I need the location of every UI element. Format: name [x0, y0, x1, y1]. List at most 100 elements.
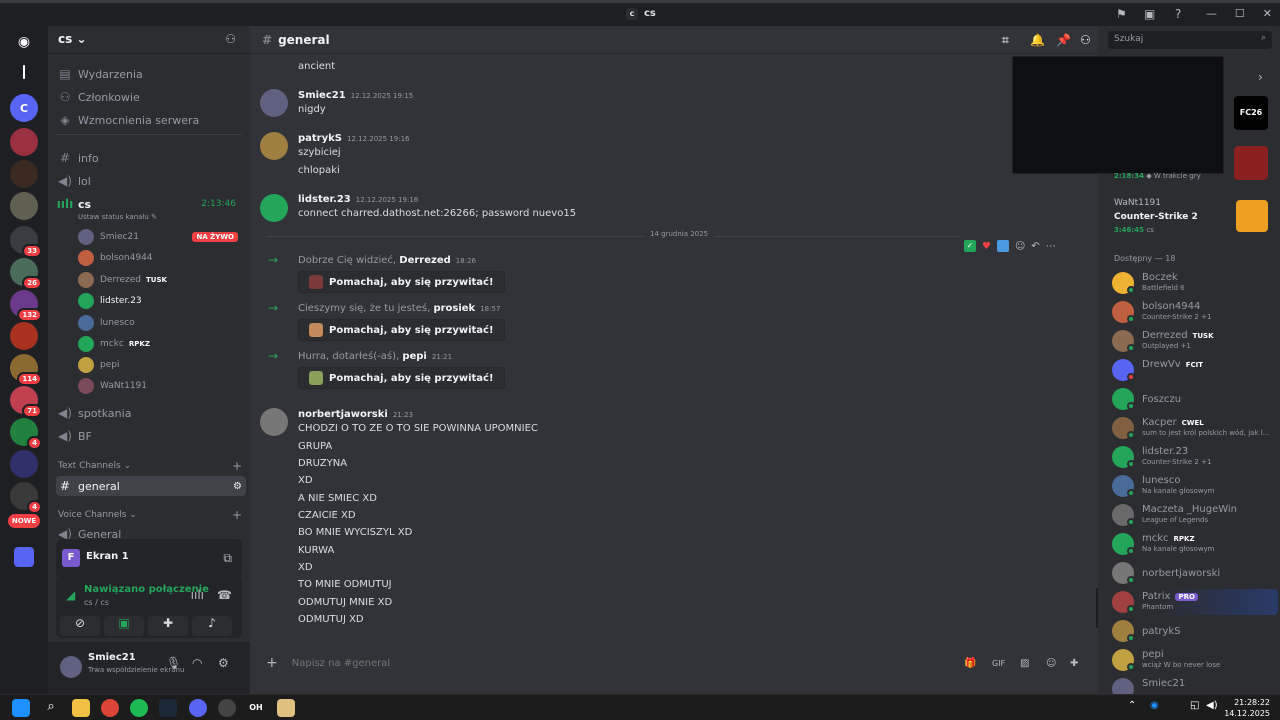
- voice-user[interactable]: WaNt1191: [78, 377, 147, 395]
- member-item[interactable]: mckc RPKZ Na kanale głosowym: [1112, 531, 1278, 557]
- oh-app-icon[interactable]: OH: [247, 699, 265, 717]
- voice-user[interactable]: Derrezed TUSK: [78, 271, 167, 289]
- server-icon[interactable]: 114: [10, 354, 42, 386]
- network-icon[interactable]: ◱: [1190, 700, 1199, 711]
- voice-user[interactable]: mckc RPKZ: [78, 335, 150, 353]
- signal-icon[interactable]: ◢: [66, 588, 75, 602]
- server-icon[interactable]: 4: [10, 418, 42, 450]
- avatar[interactable]: [260, 408, 288, 436]
- message-author[interactable]: patrykS: [298, 133, 342, 144]
- member-item[interactable]: Maczeta _HugeWin League of Legends: [1112, 502, 1278, 528]
- members-toggle-icon[interactable]: ⚇: [1080, 33, 1091, 47]
- server-cs-icon[interactable]: C: [10, 94, 38, 122]
- microphone-icon[interactable]: 🎙: [166, 656, 181, 670]
- text-channels-category[interactable]: Text Channels ⌄ +: [58, 459, 242, 473]
- emoji-icon[interactable]: ☺: [1046, 658, 1056, 669]
- avatar[interactable]: [260, 194, 288, 222]
- nav-members[interactable]: ⚇ Członkowie: [56, 87, 246, 107]
- avatar[interactable]: [260, 89, 288, 117]
- more-icon[interactable]: ⋯: [1046, 241, 1056, 252]
- pin-icon[interactable]: 📌: [1056, 33, 1071, 47]
- message-author[interactable]: norbertjaworski: [298, 409, 388, 420]
- member-item[interactable]: pepi wciąż W bo never lose: [1112, 647, 1278, 673]
- system-user[interactable]: pepi: [402, 351, 427, 362]
- wave-button[interactable]: Pomachaj, aby się przywitać!: [298, 319, 505, 341]
- wave-button[interactable]: Pomachaj, aby się przywitać!: [298, 367, 505, 389]
- noise-icon[interactable]: ıılı: [191, 588, 204, 602]
- reply-icon[interactable]: ↶: [1031, 241, 1039, 252]
- avatar[interactable]: [60, 656, 82, 678]
- gift-icon[interactable]: 🎁: [964, 658, 976, 669]
- member-item[interactable]: lunesco Na kanale głosowym: [1112, 473, 1278, 499]
- member-item[interactable]: Smiec21: [1112, 676, 1278, 694]
- avatar[interactable]: [260, 132, 288, 160]
- add-channel-icon[interactable]: +: [232, 459, 242, 473]
- invite-people-icon[interactable]: ⚇: [225, 32, 236, 46]
- chevron-right-icon[interactable]: ›: [1258, 70, 1263, 84]
- voice-location[interactable]: cs / cs: [84, 598, 109, 607]
- maximize-icon[interactable]: ☐: [1235, 7, 1245, 20]
- popout-icon[interactable]: ⧉: [223, 551, 232, 566]
- member-item[interactable]: Kacper CWEL sum to jest król polskich wód,…: [1112, 415, 1278, 441]
- settings-icon[interactable]: ⚙: [233, 481, 242, 492]
- tray-chevron-icon[interactable]: ⌃: [1128, 700, 1136, 711]
- message-author[interactable]: lidster.23: [298, 194, 351, 205]
- message-input[interactable]: [291, 657, 932, 669]
- channel-lol[interactable]: ◀) lol: [56, 171, 246, 191]
- server-icon[interactable]: 132: [10, 290, 42, 322]
- nav-events[interactable]: ▤ Wydarzenia: [56, 64, 246, 84]
- disconnect-icon[interactable]: ☎: [217, 588, 232, 602]
- spotify-icon[interactable]: [130, 699, 148, 717]
- channel-bf[interactable]: ◀) BF: [56, 426, 246, 446]
- heart-reaction-icon[interactable]: ♥: [982, 241, 991, 252]
- bell-icon[interactable]: 🔔: [1030, 33, 1045, 47]
- voice-user[interactable]: bolson4944: [78, 249, 153, 267]
- member-item[interactable]: Foszczu: [1112, 386, 1278, 412]
- headphones-icon[interactable]: ◠: [192, 656, 202, 670]
- channel-spotkania[interactable]: ◀) spotkania: [56, 403, 246, 423]
- tray-icon[interactable]: ◉: [1150, 700, 1159, 711]
- square-reaction-icon[interactable]: [996, 240, 1009, 252]
- screen-share-button[interactable]: ▣: [104, 616, 144, 636]
- system-clock[interactable]: 21:28:22 14.12.2025: [1224, 697, 1270, 719]
- gif-icon[interactable]: GIF: [992, 659, 1005, 668]
- windows-start-icon[interactable]: [12, 699, 30, 717]
- server-icon[interactable]: 4: [10, 482, 42, 514]
- channel-cs[interactable]: ıılı cs 2:13:46: [56, 194, 246, 214]
- discord-icon[interactable]: [189, 699, 207, 717]
- sticker-icon[interactable]: ▨: [1020, 658, 1029, 669]
- minimize-icon[interactable]: —: [1206, 7, 1217, 20]
- server-icon[interactable]: 33: [10, 226, 42, 258]
- check-reaction-icon[interactable]: ✓: [964, 240, 976, 252]
- apps-icon[interactable]: ✚: [1070, 658, 1078, 669]
- add-channel-icon[interactable]: +: [232, 508, 242, 522]
- close-icon[interactable]: ✕: [1263, 7, 1272, 20]
- add-reaction-icon[interactable]: ☺: [1015, 241, 1025, 252]
- soundboard-button[interactable]: ♪: [192, 616, 232, 636]
- wave-button[interactable]: Pomachaj, aby się przywitać!: [298, 271, 505, 293]
- message-author[interactable]: Smiec21: [298, 90, 346, 101]
- steam-icon[interactable]: [159, 699, 177, 717]
- system-user[interactable]: prosiek: [433, 303, 475, 314]
- member-item[interactable]: bolson4944 Counter-Strike 2 +1: [1112, 299, 1278, 325]
- server-icon[interactable]: 26: [10, 258, 42, 290]
- member-item[interactable]: patrykS: [1112, 618, 1278, 644]
- app-icon[interactable]: [277, 699, 295, 717]
- member-item[interactable]: lidster.23 Counter-Strike 2 +1: [1112, 444, 1278, 470]
- inbox-icon[interactable]: ⚑: [1116, 7, 1127, 21]
- channel-status[interactable]: Ustaw status kanału ✎: [78, 213, 157, 221]
- app-icon[interactable]: [218, 699, 236, 717]
- activities-button[interactable]: ✚: [148, 616, 188, 636]
- camera-button[interactable]: ⊘: [60, 616, 100, 636]
- voice-channels-category[interactable]: Voice Channels ⌄ +: [58, 508, 242, 522]
- member-item[interactable]: Patrix PRO Phantom: [1112, 589, 1278, 615]
- server-icon[interactable]: [10, 192, 38, 220]
- server-icon[interactable]: 71: [10, 386, 42, 418]
- help-icon[interactable]: ?: [1175, 7, 1181, 21]
- member-item[interactable]: Derrezed TUSK Outplayed +1: [1112, 328, 1278, 354]
- member-item[interactable]: Boczek Battlefield 6: [1112, 270, 1278, 296]
- search-input[interactable]: Szukaj ⌕: [1108, 31, 1272, 49]
- file-explorer-icon[interactable]: [72, 699, 90, 717]
- server-icon[interactable]: [10, 450, 38, 478]
- activity-card[interactable]: WaNt1191 Counter-Strike 2 3:46:45 cs: [1106, 196, 1274, 240]
